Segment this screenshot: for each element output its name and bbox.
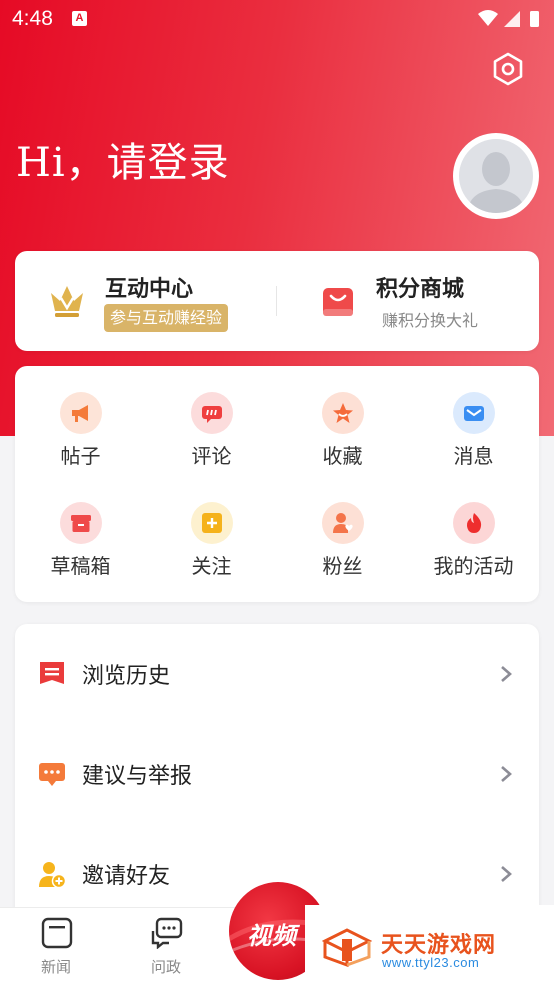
wifi-icon — [478, 10, 498, 26]
grid-label: 关注 — [191, 554, 232, 578]
nav-tab-news[interactable]: 新闻 — [1, 908, 111, 984]
function-grid: 帖子 评论 收藏 消息 草稿箱 关注 粉丝 我的活动 — [15, 366, 539, 602]
flame-icon — [453, 502, 495, 544]
megaphone-icon — [60, 392, 102, 434]
grid-label: 帖子 — [60, 444, 101, 468]
grid-label: 粉丝 — [322, 554, 363, 578]
crown-icon — [51, 286, 83, 317]
invite-user-icon — [39, 862, 66, 888]
status-bar: 4:48 A — [0, 0, 554, 38]
star-icon — [322, 392, 364, 434]
default-avatar-icon — [459, 139, 533, 213]
list-item-feedback[interactable]: 建议与举报 — [15, 724, 539, 824]
interaction-center-entry[interactable]: 互动中心 参与互动赚经验 — [15, 251, 277, 351]
list-item-history[interactable]: 浏览历史 — [15, 624, 539, 724]
points-mall-entry[interactable]: 积分商城 赚积分换大礼 — [277, 251, 539, 351]
chevron-right-icon — [501, 666, 512, 682]
nav-tab-inquiry[interactable]: 问政 — [111, 908, 221, 984]
nav-label: 问政 — [150, 958, 181, 976]
feature-card: 互动中心 参与互动赚经验 积分商城 赚积分换大礼 — [15, 251, 539, 351]
settings-icon[interactable] — [490, 51, 526, 87]
status-time: 4:48 — [12, 7, 53, 30]
watermark: 天天游戏网 www.ttyl23.com — [305, 905, 554, 984]
login-prompt[interactable]: Hi，请登录 — [16, 130, 230, 188]
grid-item-drafts[interactable]: 草稿箱 — [15, 476, 146, 584]
points-mall-title: 积分商城 — [376, 277, 465, 302]
status-icons — [478, 10, 539, 27]
inquiry-icon — [151, 917, 183, 949]
fans-icon — [322, 502, 364, 544]
feedback-icon — [39, 763, 65, 786]
notification-icon: A — [72, 11, 87, 26]
list-label: 邀请好友 — [82, 864, 171, 889]
interaction-center-title: 互动中心 — [105, 277, 194, 302]
battery-icon — [530, 11, 539, 27]
grid-label: 草稿箱 — [50, 554, 111, 578]
shopping-bag-icon — [323, 288, 353, 316]
grid-label: 收藏 — [322, 444, 363, 468]
nav-label: 新闻 — [40, 958, 71, 976]
comment-icon — [191, 392, 233, 434]
watermark-url: www.ttyl23.com — [382, 955, 480, 970]
points-mall-subtitle: 赚积分换大礼 — [382, 311, 479, 330]
watermark-logo-icon — [322, 928, 372, 967]
list-label: 浏览历史 — [82, 664, 171, 689]
history-icon — [40, 662, 64, 684]
mail-icon — [453, 392, 495, 434]
chevron-right-icon — [501, 866, 512, 882]
video-tab-label: 视频 — [247, 922, 297, 950]
grid-item-favorites[interactable]: 收藏 — [277, 366, 408, 474]
avatar[interactable] — [453, 133, 539, 219]
draft-box-icon — [60, 502, 102, 544]
grid-label: 消息 — [453, 444, 494, 468]
grid-item-fans[interactable]: 粉丝 — [277, 476, 408, 584]
interaction-center-badge: 参与互动赚经验 — [104, 304, 229, 332]
signal-icon — [504, 11, 520, 27]
grid-item-activities[interactable]: 我的活动 — [408, 476, 539, 584]
grid-label: 我的活动 — [433, 554, 514, 578]
grid-item-following[interactable]: 关注 — [146, 476, 277, 584]
grid-item-posts[interactable]: 帖子 — [15, 366, 146, 474]
list-label: 建议与举报 — [82, 764, 193, 789]
grid-item-comments[interactable]: 评论 — [146, 366, 277, 474]
plus-square-icon — [191, 502, 233, 544]
grid-label: 评论 — [191, 444, 232, 468]
chevron-right-icon — [501, 766, 512, 782]
settings-list: 浏览历史 建议与举报 邀请好友 — [15, 624, 539, 924]
grid-item-messages[interactable]: 消息 — [408, 366, 539, 474]
news-icon — [41, 917, 73, 949]
